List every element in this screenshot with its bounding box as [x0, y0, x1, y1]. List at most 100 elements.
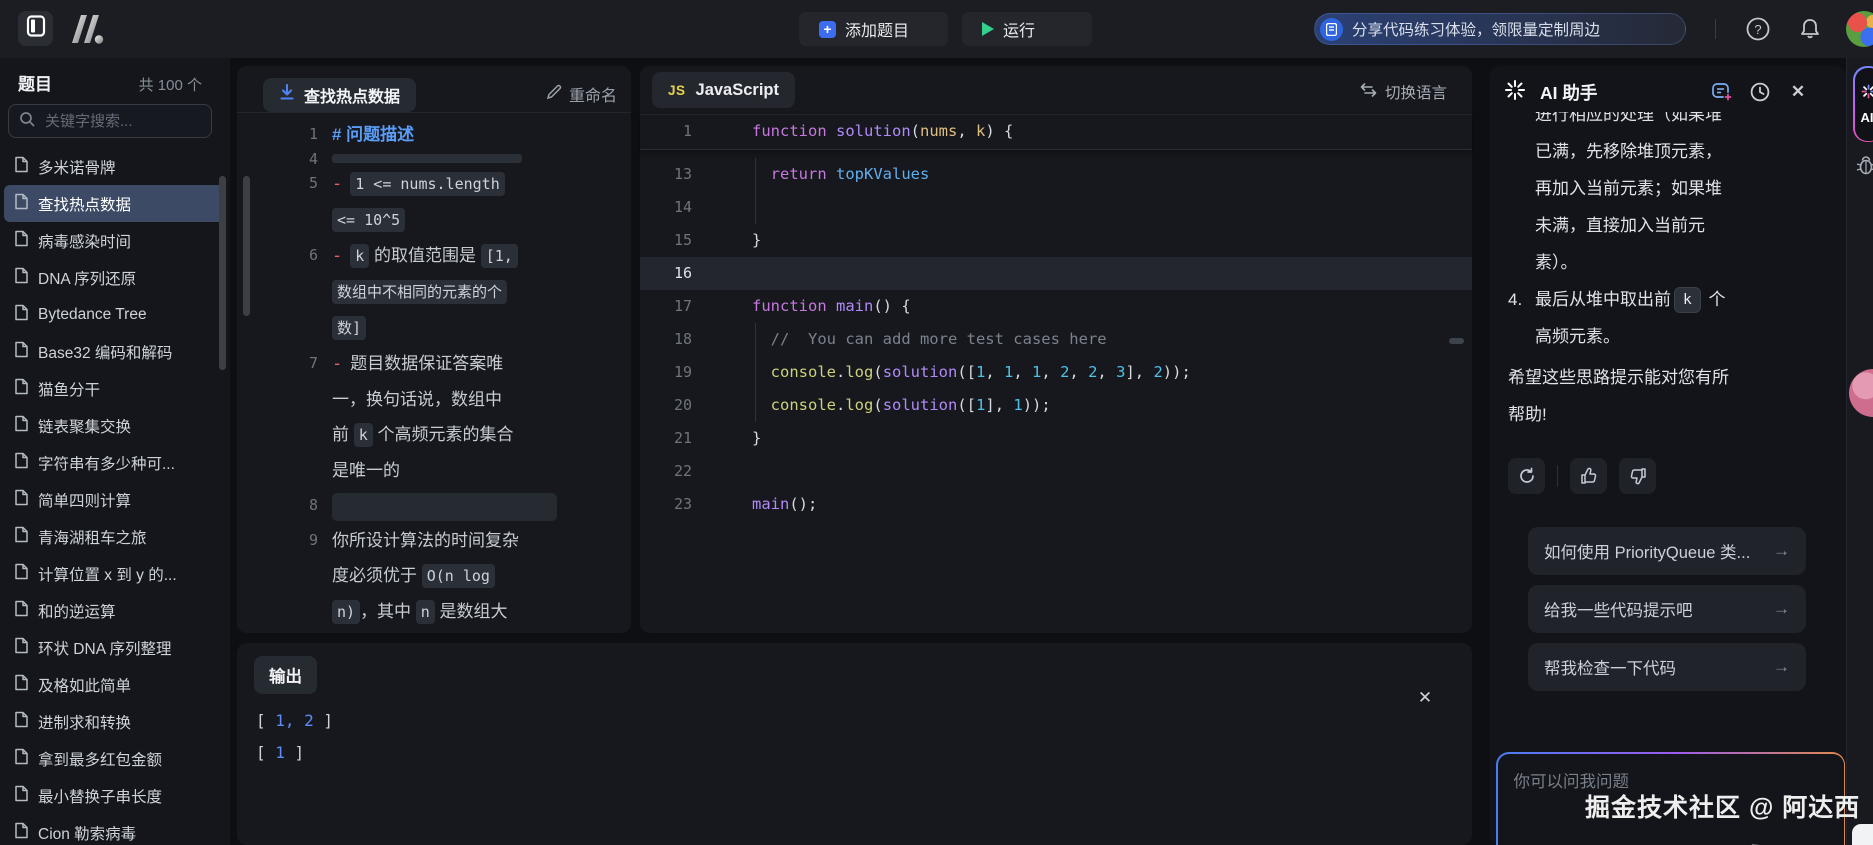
markdown-line: 前 k 个高频元素的集合 — [237, 417, 631, 453]
code-editor[interactable]: 13 return topKValues1415}1617function ma… — [640, 158, 1472, 633]
floating-widget-button[interactable] — [1852, 824, 1873, 845]
line-number: 23 — [640, 488, 718, 521]
topbar: + 添加题目 运行 分享代码练习体验，领限量定制周边 ? — [0, 0, 1873, 58]
thumbs-down-button[interactable] — [1619, 458, 1656, 494]
document-icon — [14, 785, 29, 807]
sidebar-item[interactable]: 字符串有多少种可... — [4, 444, 226, 481]
sidebar-item[interactable]: 病毒感染时间 — [4, 222, 226, 259]
app-logo[interactable] — [66, 13, 110, 45]
rename-button[interactable]: 重命名 — [546, 82, 617, 106]
help-button[interactable]: ? — [1745, 16, 1771, 42]
document-icon — [14, 711, 29, 733]
sidebar-item-label: 进制求和转换 — [38, 711, 131, 733]
regenerate-button[interactable] — [1508, 458, 1545, 494]
problem-tab[interactable]: 查找热点数据 — [263, 78, 416, 112]
search-icon — [19, 111, 35, 132]
ai-list-item-line2: 高频元素。 — [1508, 318, 1820, 355]
notifications-bell-button[interactable] — [1797, 16, 1823, 42]
panel-toggle-icon — [26, 15, 46, 42]
arrow-right-icon: → — [1773, 541, 1790, 561]
line-number: 6 — [237, 238, 332, 274]
sidebar-item[interactable]: 拿到最多红包金额 — [4, 740, 226, 777]
ai-rail-toggle-button[interactable]: AI — [1853, 66, 1873, 142]
markdown-editor[interactable]: 1# 问题描述45-1 <= nums.length<= 10^56-k 的取值… — [237, 113, 631, 633]
line-number: 7 — [237, 346, 332, 382]
sidebar-toggle-button[interactable] — [18, 11, 53, 46]
code-line: 20 console.log(solution([1], 1)); — [640, 389, 1472, 422]
sidebar-item-label: 计算位置 x 到 y 的... — [38, 563, 177, 585]
promo-banner[interactable]: 分享代码练习体验，领限量定制周边 — [1314, 13, 1686, 45]
code-line: 1function solution(nums, k) { — [640, 115, 1472, 148]
add-problem-button[interactable]: + 添加题目 — [799, 12, 948, 46]
sidebar-item[interactable]: DNA 序列还原 — [4, 259, 226, 296]
line-number — [237, 310, 332, 346]
sidebar-item[interactable]: 进制求和转换 — [4, 703, 226, 740]
ai-message-line: 未满，直接加入当前元 — [1508, 207, 1820, 244]
sidebar-item[interactable]: 青海湖租车之旅 — [4, 518, 226, 555]
ai-suggestion-chip[interactable]: 如何使用 PriorityQueue 类...→ — [1528, 527, 1806, 575]
ai-suggestion-chip[interactable]: 帮我检查一下代码→ — [1528, 643, 1806, 691]
close-output-icon[interactable]: ✕ — [1414, 687, 1436, 709]
switch-language-label: 切换语言 — [1385, 81, 1447, 103]
line-number: 8 — [237, 488, 332, 523]
document-icon — [14, 637, 29, 659]
ai-message: 进行相应的处理（如果堆 已满，先移除堆顶元素，再加入当前元素；如果堆未满，直接加… — [1508, 112, 1820, 438]
markdown-line: 一，换句话说，数组中 — [237, 382, 631, 417]
user-avatar[interactable] — [1846, 11, 1873, 47]
run-button[interactable]: 运行 — [962, 12, 1092, 46]
markdown-line: 9你所设计算法的时间复杂 — [237, 523, 631, 558]
line-number — [237, 630, 332, 633]
sidebar-item[interactable]: 多米诺骨牌 — [4, 148, 226, 185]
watermark-text: 掘金技术社区 @ 阿达西 — [1585, 788, 1873, 824]
switch-language-button[interactable]: 切换语言 — [1360, 81, 1447, 103]
sparkle-icon — [1861, 84, 1873, 104]
sidebar-item[interactable]: 简单四则计算 — [4, 481, 226, 518]
sidebar-item[interactable]: 计算位置 x 到 y 的... — [4, 555, 226, 592]
code-line: 13 return topKValues — [640, 158, 1472, 191]
ai-panel-title: AI 助手 — [1540, 80, 1696, 105]
sidebar-item[interactable]: 及格如此简单 — [4, 666, 226, 703]
sidebar-item[interactable]: Base32 编码和解码 — [4, 333, 226, 370]
sidebar-item-label: 链表聚集交换 — [38, 415, 131, 437]
line-number — [237, 558, 332, 594]
sidebar-item[interactable]: Bytedance Tree — [4, 296, 226, 333]
sidebar-item[interactable]: Cion 勒索病毒 — [4, 814, 226, 845]
history-icon[interactable] — [1748, 80, 1772, 104]
search-input[interactable] — [43, 112, 197, 131]
markdown-line: <= 10^5 — [237, 202, 631, 238]
sidebar-item[interactable]: 查找热点数据 — [4, 185, 226, 222]
sidebar-item[interactable]: 环状 DNA 序列整理 — [4, 629, 226, 666]
line-number — [237, 382, 332, 417]
ai-feedback-toolbar — [1508, 458, 1656, 494]
suggestion-label: 给我一些代码提示吧 — [1544, 597, 1693, 621]
sidebar-item[interactable]: 链表聚集交换 — [4, 407, 226, 444]
code-editor-panel: JS JavaScript 切换语言 1function solution(nu… — [640, 66, 1472, 633]
line-number: 9 — [237, 523, 332, 558]
app-window: + 添加题目 运行 分享代码练习体验，领限量定制周边 ? 题目 共 100 个 — [0, 0, 1873, 845]
sidebar-item-label: Cion 勒索病毒 — [38, 822, 136, 844]
close-ai-panel-icon[interactable]: ✕ — [1786, 80, 1810, 104]
thumbs-up-button[interactable] — [1570, 458, 1607, 494]
language-tab-label: JavaScript — [696, 81, 779, 100]
output-tab[interactable]: 输出 — [254, 656, 317, 694]
new-chat-icon[interactable] — [1710, 80, 1734, 104]
markdown-line: 6-k 的取值范围是 [1, — [237, 238, 631, 274]
document-icon — [14, 600, 29, 622]
document-icon — [14, 304, 29, 326]
document-icon — [14, 341, 29, 363]
line-number: 17 — [640, 290, 718, 323]
debug-bug-icon[interactable] — [1855, 154, 1873, 181]
ai-message-line: 素）。 — [1508, 244, 1820, 281]
search-box[interactable] — [8, 104, 212, 138]
sidebar-item[interactable]: 猫鱼分干 — [4, 370, 226, 407]
problem-description-panel: 查找热点数据 重命名 1# 问题描述45-1 <= nums.length<= … — [237, 66, 631, 633]
markdown-line: 5-1 <= nums.length — [237, 166, 631, 202]
language-tab[interactable]: JS JavaScript — [652, 72, 795, 108]
markdown-scrollbar[interactable] — [243, 176, 250, 316]
ai-suggestion-chip[interactable]: 给我一些代码提示吧→ — [1528, 585, 1806, 633]
sidebar-item[interactable]: 和的逆运算 — [4, 592, 226, 629]
line-number: 1 — [237, 117, 332, 152]
sidebar-item[interactable]: 最小替换子串长度 — [4, 777, 226, 814]
sidebar-scrollbar[interactable] — [219, 176, 226, 370]
line-number: 20 — [640, 389, 718, 422]
